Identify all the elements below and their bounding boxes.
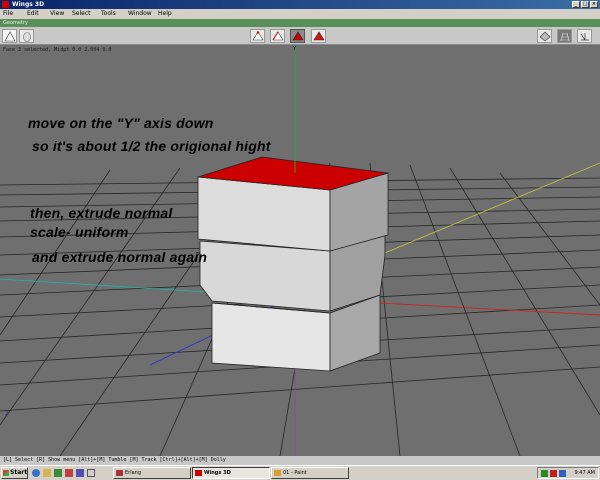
menu-bar: File Edit View Select Tools Window Help [0,9,600,19]
task-erlang-label: Erlang [125,470,142,476]
ie-icon[interactable] [32,469,40,477]
clock[interactable]: 9:47 AM [574,468,595,478]
face-mode-button[interactable] [290,29,305,43]
menu-select[interactable]: Select [72,9,91,19]
minimize-button[interactable]: _ [572,1,580,8]
task-erlang[interactable]: Erlang [113,467,191,479]
maximize-button[interactable]: □ [581,1,589,8]
paint-icon [274,470,281,476]
annotation-line-1: move on the "Y" axis down [28,115,214,131]
annotation-line-5: and extrude normal again [32,249,208,265]
x-axis-neg-line [379,162,600,256]
face-select-icon [292,31,304,41]
window-title: Wings 3D [12,1,45,8]
desktop-icon[interactable] [54,469,62,477]
tray-security-icon[interactable] [550,470,557,477]
edge-select-icon [272,31,284,41]
taper-front-face[interactable] [199,240,331,312]
menu-edit[interactable]: Edit [27,9,39,19]
view-outline-button[interactable] [537,29,552,43]
view-grid-button[interactable] [557,29,572,43]
menu-tools[interactable]: Tools [101,9,116,19]
windows-flag-icon [3,470,9,476]
x-axis-line [379,302,600,316]
y-axis-label: Y [292,46,297,52]
annotation-line-3: then, extrude normal [30,205,173,221]
window-icon[interactable] [87,469,95,477]
menu-file[interactable]: File [3,9,13,19]
vertex-select-icon [252,31,264,41]
edge-mode-button[interactable] [270,29,285,43]
vertex-mode-button[interactable] [250,29,265,43]
menu-help[interactable]: Help [158,9,172,19]
body-select-icon [313,31,325,41]
grid-icon [560,32,570,42]
geometry-tab[interactable]: Geometry [0,19,600,27]
task-wings3d-label: Wings 3D [204,470,231,476]
start-label: Start [10,469,28,476]
extruded-cube-model[interactable] [197,156,389,372]
windows-taskbar: Start Erlang Wings 3D 01 - Paint 9:47 AM [0,465,600,480]
wings-task-icon [195,470,202,476]
axes-icon [580,33,589,41]
erlang-icon [116,470,123,476]
view-axes-button[interactable] [577,29,592,43]
close-button[interactable]: × [590,1,598,8]
z-axis-marker: z [5,410,8,417]
media-icon[interactable] [76,469,84,477]
geometry-tab-label: Geometry [3,20,28,26]
toolbar [0,27,600,45]
task-wings3d[interactable]: Wings 3D [192,467,270,479]
bottom-front-face[interactable] [211,302,331,372]
body-mode-button[interactable] [311,29,326,43]
task-paint-label: 01 - Paint [283,470,307,476]
menu-view[interactable]: View [50,9,64,19]
sphere-icon [23,32,31,42]
pyramid-icon [4,31,16,42]
start-button[interactable]: Start [1,467,28,479]
window-titlebar: Wings 3D _ □ × [0,0,600,9]
smooth-preview-button[interactable] [2,29,17,43]
status-bar: [L] Select [R] Show menu [Alt]+[M] Tumbl… [0,456,600,465]
selection-info: Face 3 selected, Midpt 0.0 2.004 0.0 [3,47,112,53]
3d-viewport[interactable]: Y z Face 3 selected, Midpt 0.0 2.004 0.0… [0,45,600,456]
tray-network-icon[interactable] [541,470,548,477]
annotation-line-2: so it's about 1/2 the origional hight [32,138,271,154]
quicklaunch-icon[interactable] [65,469,73,477]
task-paint[interactable]: 01 - Paint [271,467,349,479]
annotation-line-4: scale- uniform [30,224,129,240]
status-text: [L] Select [R] Show menu [Alt]+[M] Tumbl… [3,457,226,463]
explorer-icon[interactable] [43,469,51,477]
system-tray: 9:47 AM [537,467,599,479]
outline-cube-icon [539,31,551,42]
tray-volume-icon[interactable] [559,470,566,477]
wings-app-icon [2,1,9,8]
smooth-shaded-button[interactable] [19,29,34,43]
menu-window[interactable]: Window [128,9,152,19]
